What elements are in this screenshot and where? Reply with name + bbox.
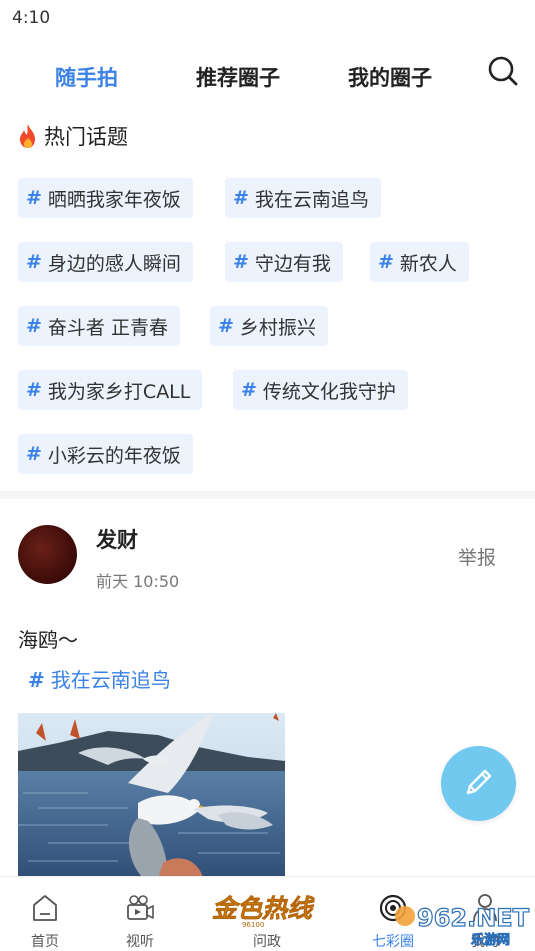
compose-button[interactable] (441, 746, 516, 821)
avatar[interactable] (18, 525, 77, 584)
hash-icon: # (26, 443, 42, 465)
topic-chip-label: 我为家乡打CALL (47, 380, 191, 403)
topic-chip-label: 乡村振兴 (239, 316, 316, 339)
section-divider (0, 491, 535, 499)
status-bar: 4:10 (0, 0, 535, 36)
topic-chip[interactable]: # 晒晒我家年夜饭 (18, 178, 193, 218)
hotline-logo-text: 金色热线 (212, 894, 315, 923)
hash-icon: # (241, 379, 257, 401)
video-icon (126, 893, 154, 923)
topic-chip-label: 我在云南追鸟 (254, 188, 369, 211)
watermark-text: 962.NET (417, 904, 530, 932)
hash-icon: # (26, 315, 42, 337)
hash-icon: # (378, 251, 394, 273)
topic-chip[interactable]: # 传统文化我守护 (233, 370, 408, 410)
topic-chip-label: 新农人 (399, 252, 457, 275)
topic-chip-label: 晒晒我家年夜饭 (47, 188, 181, 211)
topic-chip[interactable]: # 新农人 (370, 242, 469, 282)
topic-chip[interactable]: # 我为家乡打CALL (18, 370, 203, 410)
nav-item-video[interactable]: 视听 (95, 877, 185, 951)
site-watermark: 962.NET 乐游网 (393, 898, 533, 948)
topic-chip-label: 身边的感人瞬间 (47, 252, 181, 275)
topic-chip-label: 传统文化我守护 (262, 380, 396, 403)
topic-chip[interactable]: # 守边有我 (225, 242, 343, 282)
topic-chip[interactable]: # 奋斗者 正青春 (18, 306, 180, 346)
home-icon (31, 893, 59, 923)
watermark-subtext: 乐游网 (471, 932, 510, 948)
search-icon[interactable] (485, 54, 521, 90)
nav-label-video: 视听 (126, 934, 154, 950)
nav-label-inquiry: 问政 (253, 934, 281, 950)
topic-chip-label: 奋斗者 正青春 (47, 316, 168, 339)
tab-my-circles[interactable]: 我的圈子 (348, 62, 432, 92)
topic-chip[interactable]: # 身边的感人瞬间 (18, 242, 193, 282)
hash-icon: # (233, 187, 249, 209)
hash-icon: # (26, 379, 42, 401)
hot-topics-heading: 热门话题 (16, 120, 128, 152)
topic-chip[interactable]: # 小彩云的年夜饭 (18, 434, 193, 474)
tab-recommended-circles[interactable]: 推荐圈子 (196, 62, 280, 92)
nav-item-home[interactable]: 首页 (0, 877, 90, 951)
post-time: 前天 10:50 (96, 572, 180, 591)
tab-snapshot[interactable]: 随手拍 (55, 62, 118, 92)
report-button[interactable]: 举报 (458, 543, 496, 570)
pencil-icon (461, 764, 497, 804)
post-topic-label: 我在云南追鸟 (50, 668, 171, 692)
hash-icon: # (28, 668, 45, 692)
topic-chip[interactable]: # 我在云南追鸟 (225, 178, 381, 218)
hotline-logo-number: 96100 (242, 921, 264, 929)
hash-icon: # (218, 315, 234, 337)
post-author[interactable]: 发财 (96, 524, 138, 554)
status-time: 4:10 (12, 8, 51, 28)
hash-icon: # (26, 187, 42, 209)
nav-label-home: 首页 (31, 934, 59, 950)
fire-icon (16, 123, 40, 149)
hot-topics-title: 热门话题 (44, 125, 128, 149)
hotline-logo[interactable]: 金色热线 96100 (208, 889, 326, 929)
hash-icon: # (233, 251, 249, 273)
topic-chip[interactable]: # 乡村振兴 (210, 306, 328, 346)
post-photo[interactable] (18, 713, 285, 878)
topic-chip-label: 小彩云的年夜饭 (47, 444, 181, 467)
post-topic-link[interactable]: # 我在云南追鸟 (28, 664, 171, 693)
top-tabs: 随手拍 推荐圈子 我的圈子 (0, 50, 535, 106)
post-text: 海鸥～ (18, 628, 78, 652)
topic-chip-label: 守边有我 (254, 252, 331, 275)
hash-icon: # (26, 251, 42, 273)
